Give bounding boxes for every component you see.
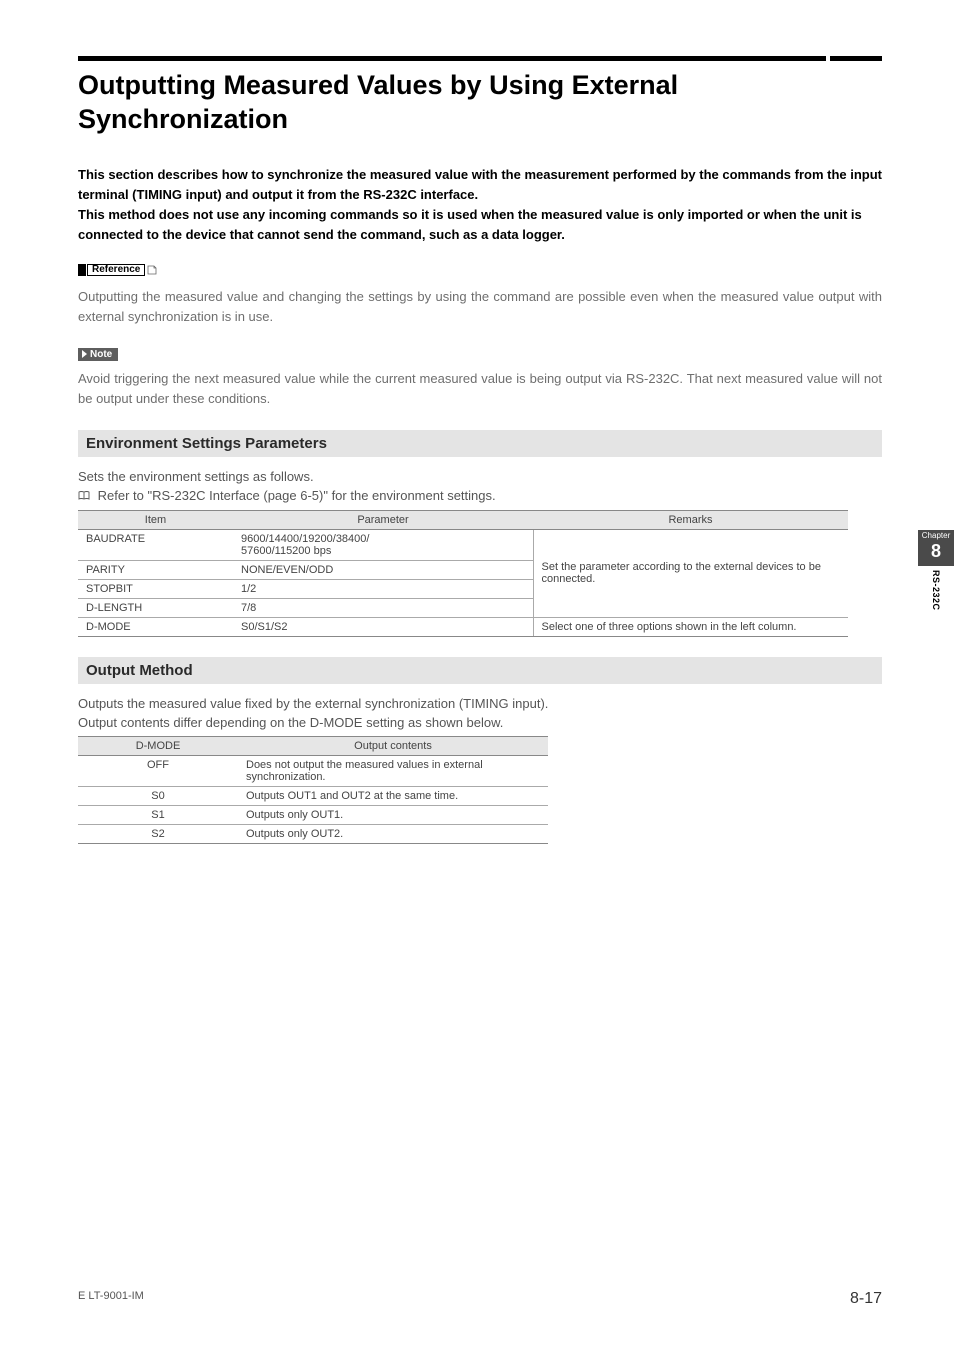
table-row: S0 Outputs OUT1 and OUT2 at the same tim…	[78, 786, 548, 805]
footer-doc-id: E LT-9001-IM	[78, 1290, 144, 1308]
table-row: OFF Does not output the measured values …	[78, 755, 548, 786]
reference-label: Reference	[87, 264, 145, 276]
note-label: Note	[90, 349, 112, 360]
triangle-icon	[82, 350, 87, 358]
chapter-side-tab: Chapter 8 RS-232C	[918, 530, 954, 610]
page-flap-icon	[147, 265, 157, 276]
section-heading-env: Environment Settings Parameters	[78, 430, 882, 457]
intro-paragraph: This section describes how to synchroniz…	[78, 165, 882, 246]
output-line1: Outputs the measured value fixed by the …	[78, 696, 882, 711]
title-rule	[78, 56, 882, 61]
th-item: Item	[78, 510, 233, 529]
env-line2: Refer to "RS-232C Interface (page 6-5)" …	[78, 488, 882, 504]
chapter-number: 8	[918, 541, 954, 566]
page-title: Outputting Measured Values by Using Exte…	[78, 69, 882, 137]
th-param: Parameter	[233, 510, 533, 529]
remarks-merged: Set the parameter according to the exter…	[533, 529, 848, 617]
reference-badge: Reference	[78, 264, 157, 276]
th-remarks: Remarks	[533, 510, 848, 529]
th-dmode: D-MODE	[78, 736, 238, 755]
table-header-row: Item Parameter Remarks	[78, 510, 848, 529]
remarks-dmode: Select one of three options shown in the…	[533, 617, 848, 636]
section-heading-output: Output Method	[78, 657, 882, 684]
side-section-name: RS-232C	[931, 570, 941, 611]
output-method-table: D-MODE Output contents OFF Does not outp…	[78, 736, 548, 844]
env-line1: Sets the environment settings as follows…	[78, 469, 882, 484]
table-row: S2 Outputs only OUT2.	[78, 824, 548, 843]
table-row: D-MODE S0/S1/S2 Select one of three opti…	[78, 617, 848, 636]
table-header-row: D-MODE Output contents	[78, 736, 548, 755]
reference-text: Outputting the measured value and changi…	[78, 287, 882, 327]
table-row: S1 Outputs only OUT1.	[78, 805, 548, 824]
th-contents: Output contents	[238, 736, 548, 755]
page-footer: E LT-9001-IM 8-17	[78, 1290, 882, 1308]
chapter-label: Chapter	[918, 530, 954, 541]
table-row: BAUDRATE 9600/14400/19200/38400/ 57600/1…	[78, 529, 848, 560]
note-text: Avoid triggering the next measured value…	[78, 369, 882, 409]
env-settings-table: Item Parameter Remarks BAUDRATE 9600/144…	[78, 510, 848, 637]
output-line2: Output contents differ depending on the …	[78, 715, 882, 730]
footer-page-number: 8-17	[850, 1290, 882, 1308]
note-badge: Note	[78, 348, 118, 361]
book-icon	[78, 489, 90, 504]
